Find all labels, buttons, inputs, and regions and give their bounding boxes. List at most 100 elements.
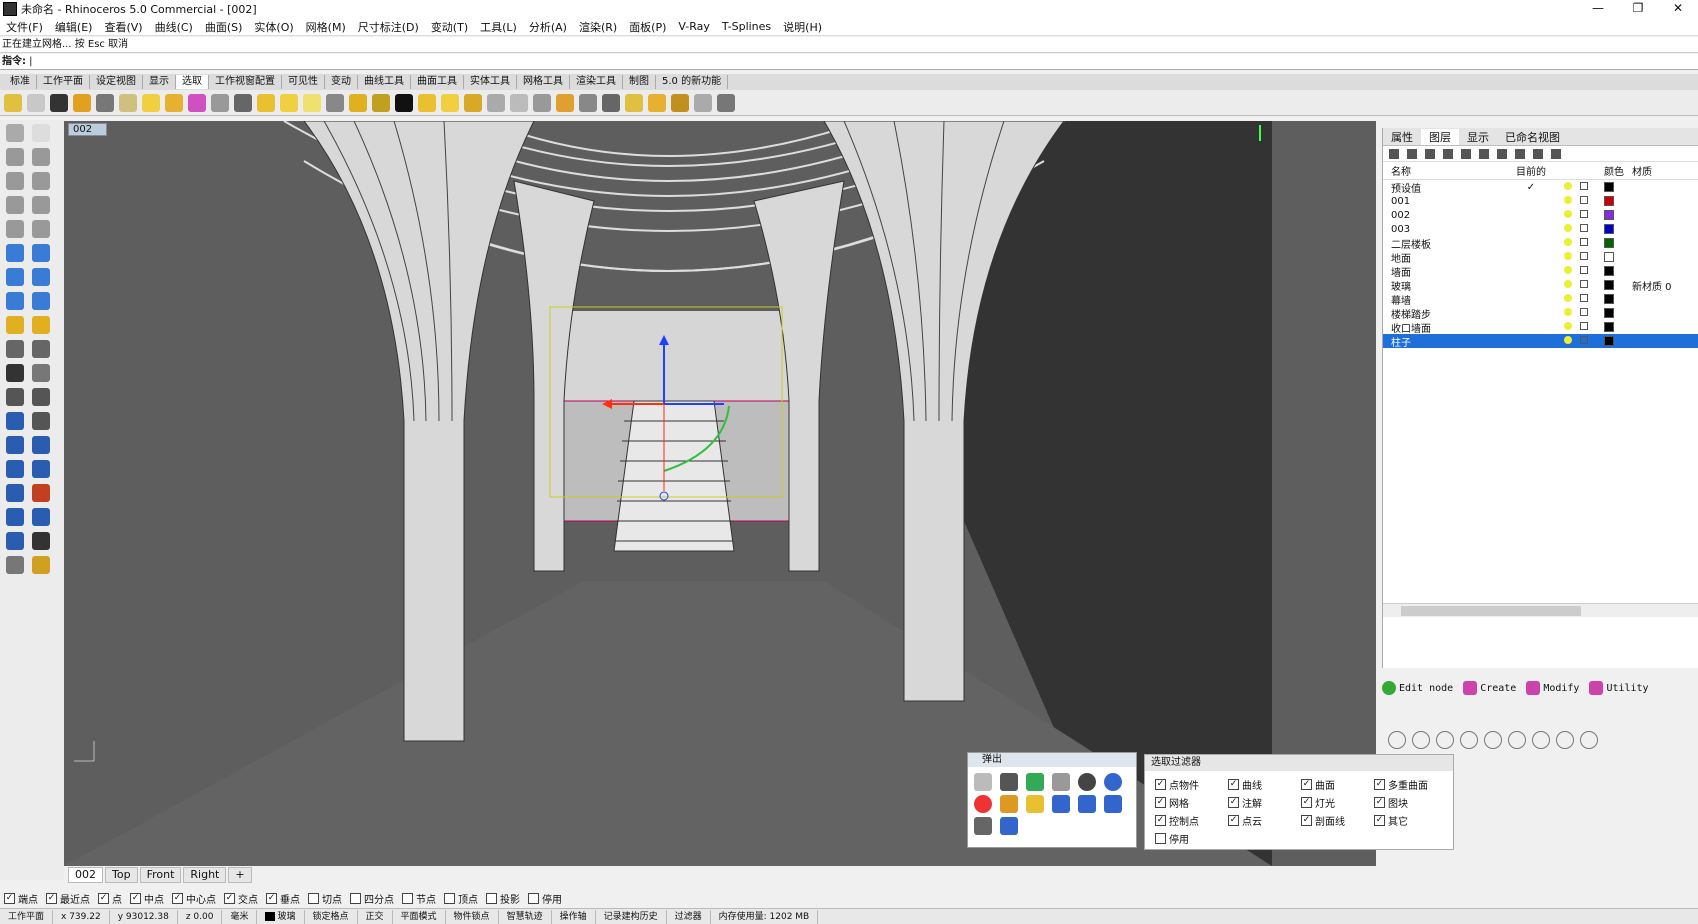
menu-transform[interactable]: 变动(T) xyxy=(431,19,468,35)
new-layer-icon[interactable] xyxy=(1389,148,1399,159)
osnap-option[interactable]: 四分点 xyxy=(350,891,394,906)
col-current[interactable]: 目前的 xyxy=(1508,163,1554,178)
block-icon[interactable] xyxy=(32,460,50,478)
tab-visibility[interactable]: 可见性 xyxy=(282,75,325,89)
filter-icon[interactable] xyxy=(1497,148,1507,159)
checkbox[interactable]: ✓ xyxy=(4,892,15,904)
menu-panels[interactable]: 面板(P) xyxy=(629,19,666,35)
select-text-icon[interactable] xyxy=(487,93,505,112)
select-surfaces-icon[interactable] xyxy=(142,93,160,112)
layer-row[interactable]: 002 xyxy=(1383,208,1698,222)
bulb-icon[interactable] xyxy=(1564,251,1572,260)
menu-file[interactable]: 文件(F) xyxy=(6,19,43,35)
tab-solid-tools[interactable]: 实体工具 xyxy=(464,75,517,89)
ellipse-icon[interactable] xyxy=(32,172,50,190)
filter-option[interactable]: ✓ 网格 xyxy=(1155,795,1228,810)
array-icon[interactable] xyxy=(6,436,24,454)
minimize-button[interactable]: — xyxy=(1578,0,1618,18)
tab-display-panel[interactable]: 显示 xyxy=(1459,129,1497,145)
filter-option[interactable]: ✓ 曲面 xyxy=(1301,777,1374,792)
select-lights-icon[interactable] xyxy=(372,93,390,112)
layer-current[interactable]: ✓ xyxy=(1508,182,1554,193)
layer-row[interactable]: 玻璃 新材质 0 xyxy=(1383,278,1698,293)
rocket-icon[interactable] xyxy=(1000,817,1018,835)
modify-button[interactable]: Modify xyxy=(1526,681,1579,695)
filter-option[interactable]: ✓ 图块 xyxy=(1374,795,1447,810)
tab-layers[interactable]: 图层 xyxy=(1421,128,1459,145)
checkbox[interactable]: ✓ xyxy=(1155,797,1166,808)
sphere-tool-icon[interactable] xyxy=(6,556,24,574)
layer-color-swatch[interactable] xyxy=(1604,237,1614,248)
osnap-option[interactable]: 顶点 xyxy=(444,891,478,906)
osnap-option[interactable]: ✓ 中心点 xyxy=(172,891,216,906)
layer-states-icon[interactable] xyxy=(1515,148,1525,159)
select-blocks-icon[interactable] xyxy=(349,93,367,112)
col-material[interactable]: 材质 xyxy=(1632,163,1692,178)
lighting-icon[interactable] xyxy=(32,556,50,574)
col-name[interactable]: 名称 xyxy=(1383,163,1508,178)
join-icon[interactable] xyxy=(32,340,50,358)
layer-row[interactable]: 预设值 ✓ xyxy=(1383,180,1698,195)
select-annotation-icon[interactable] xyxy=(441,93,459,112)
select-pointcloud-icon[interactable] xyxy=(234,93,252,112)
filter-option[interactable]: ✓ 控制点 xyxy=(1155,813,1228,828)
menu-render[interactable]: 渲染(R) xyxy=(579,19,617,35)
sun-icon[interactable] xyxy=(1484,731,1502,749)
lock-icon[interactable] xyxy=(1580,223,1588,232)
layer-color-swatch[interactable] xyxy=(1604,293,1614,304)
select-none-icon[interactable] xyxy=(27,93,45,112)
bulb-icon[interactable] xyxy=(1564,265,1572,274)
tab-surface-tools[interactable]: 曲面工具 xyxy=(411,75,464,89)
checkbox[interactable]: ✓ xyxy=(98,892,109,904)
layer-color-swatch[interactable] xyxy=(1604,265,1614,276)
grid-array-icon[interactable] xyxy=(6,484,24,502)
save-icon[interactable] xyxy=(1026,773,1044,791)
lock-icon[interactable] xyxy=(1580,307,1588,316)
osnap-option[interactable]: ✓ 端点 xyxy=(4,891,38,906)
checkbox[interactable] xyxy=(528,892,539,904)
checkbox[interactable]: ✓ xyxy=(1374,797,1385,808)
move-icon[interactable] xyxy=(6,388,24,406)
osnap-option[interactable]: ✓ 垂点 xyxy=(266,891,300,906)
move-up-icon[interactable] xyxy=(1443,148,1453,159)
toggle-smarttrack[interactable]: 智慧轨迹 xyxy=(499,909,552,924)
select-extrusion-icon[interactable] xyxy=(648,93,666,112)
tools-icon[interactable] xyxy=(1533,148,1543,159)
select-lines-icon[interactable] xyxy=(96,93,114,112)
render-icon[interactable] xyxy=(6,508,24,526)
osnap-option[interactable]: ✓ 最近点 xyxy=(46,891,90,906)
checkbox[interactable]: ✓ xyxy=(172,892,183,904)
checkbox[interactable]: ✓ xyxy=(1155,815,1166,826)
settings-gear-icon[interactable] xyxy=(1000,795,1018,813)
bulb-icon[interactable] xyxy=(1564,293,1572,302)
checkbox[interactable]: ✓ xyxy=(266,892,277,904)
bulb-icon[interactable] xyxy=(1564,321,1572,330)
tab-mesh-tools[interactable]: 网格工具 xyxy=(517,75,570,89)
split-icon[interactable] xyxy=(32,316,50,334)
layer-row[interactable]: 柱子 xyxy=(1383,334,1698,349)
osnap-option[interactable]: 切点 xyxy=(308,891,342,906)
checkbox[interactable]: ✓ xyxy=(1228,779,1239,790)
tab-transform[interactable]: 变动 xyxy=(325,75,358,89)
select-render-mesh-icon[interactable] xyxy=(395,93,413,112)
circle-icon[interactable] xyxy=(6,172,24,190)
hammer-icon[interactable] xyxy=(1026,795,1044,813)
checkbox[interactable] xyxy=(444,892,455,904)
checkbox[interactable]: ✓ xyxy=(46,892,57,904)
polygon-icon[interactable] xyxy=(6,196,24,214)
checkbox[interactable]: ✓ xyxy=(1155,779,1166,790)
layer-row[interactable]: 003 xyxy=(1383,222,1698,236)
layer-row[interactable]: 地面 xyxy=(1383,250,1698,265)
command-line[interactable]: 指令: | xyxy=(0,54,1698,70)
tab-viewport-layout[interactable]: 工作视窗配置 xyxy=(209,75,282,89)
menu-view[interactable]: 查看(V) xyxy=(104,19,142,35)
surface-icon[interactable] xyxy=(6,244,24,262)
scroll-thumb[interactable] xyxy=(1401,606,1581,616)
shade-icon[interactable] xyxy=(1078,773,1096,791)
lock-icon[interactable] xyxy=(1580,335,1588,344)
filter-option[interactable]: ✓ 注解 xyxy=(1228,795,1301,810)
layer-color-swatch[interactable] xyxy=(1604,181,1614,192)
material-icon[interactable] xyxy=(1388,731,1406,749)
select-dims-icon[interactable] xyxy=(418,93,436,112)
osnap-option[interactable]: ✓ 点 xyxy=(98,891,122,906)
